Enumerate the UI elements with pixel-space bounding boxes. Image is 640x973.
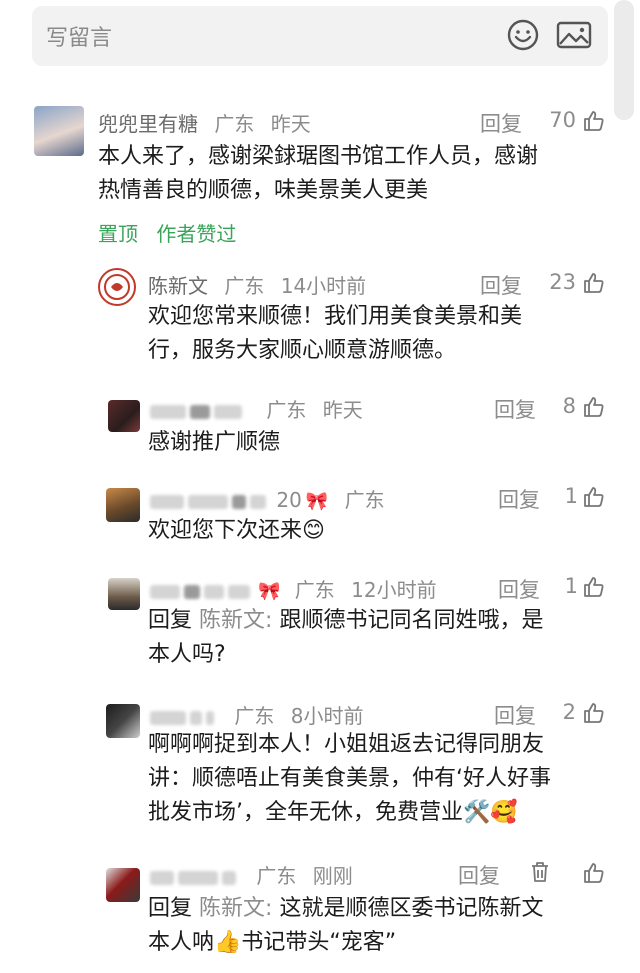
reply-button[interactable]: 回复: [498, 484, 540, 514]
time-label: 14小时前: [280, 274, 367, 298]
avatar[interactable]: [98, 268, 136, 306]
comment-meta: 广东 8小时前: [150, 700, 363, 729]
avatar[interactable]: [106, 704, 140, 738]
comment-text: 欢迎您下次还来😊: [148, 518, 325, 543]
comment-meta: 兜兜里有糖 广东 昨天: [98, 108, 311, 137]
avatar[interactable]: [108, 400, 140, 432]
reply-button[interactable]: 回复: [498, 574, 540, 604]
comment-item: 陈新文 广东 14小时前 回复 23 欢迎您常来顺德！我们用美食美景和美 行，服…: [0, 262, 640, 372]
like-count: 1: [564, 574, 578, 598]
comment-meta: 陈新文 广东 14小时前: [148, 270, 366, 299]
trash-icon[interactable]: [528, 860, 552, 884]
reply-button[interactable]: 回复: [480, 108, 522, 138]
reply-prefix: 回复: [148, 896, 193, 921]
like-count: 1: [564, 484, 578, 508]
comment-item: 广东 8小时前 回复 2 啊啊啊捉到本人！小姐姐返去记得同朋友 讲：顺德唔止有美…: [0, 696, 640, 846]
comment-meta: 20 🎀 广东: [150, 484, 385, 513]
comment-item: 🎀 广东 12小时前 回复 1 回复 陈新文: 跟顺德书记同名同姓哦，是 本人吗…: [0, 570, 640, 680]
comment-text: 回复 陈新文: 这就是顺德区委书记陈新文 本人呐👍书记带头“宠客”: [148, 896, 544, 955]
commenter-name[interactable]: 陈新文: [148, 274, 208, 298]
comment-text: 回复 陈新文: 跟顺德书记同名同姓哦，是 本人吗?: [148, 608, 544, 667]
compose-placeholder: 写留言: [46, 26, 113, 51]
thumbs-up-icon[interactable]: [582, 271, 606, 295]
seal-logo-icon: [104, 274, 130, 300]
reply-prefix: 回复: [148, 608, 193, 633]
comment-meta: 广东 昨天: [150, 394, 363, 423]
comment-item: 兜兜里有糖 广东 昨天 回复 70 本人来了，感谢梁銶琚图书馆工作人员，感谢 热…: [0, 100, 640, 250]
like-count: 23: [549, 270, 576, 294]
commenter-name[interactable]: 兜兜里有糖: [98, 112, 198, 136]
reply-to-name[interactable]: 陈新文:: [199, 896, 272, 921]
author-liked-tag: 作者赞过: [156, 222, 237, 246]
location-label: 广东: [234, 704, 275, 728]
pinned-tag: 置顶: [98, 222, 138, 246]
thumbs-up-icon[interactable]: [582, 109, 606, 133]
avatar[interactable]: [34, 106, 84, 156]
time-label: 刚刚: [312, 864, 353, 888]
location-label: 广东: [214, 112, 255, 136]
thumbs-up-icon[interactable]: [582, 395, 606, 419]
time-label: 昨天: [270, 112, 311, 136]
comment-text: 本人来了，感谢梁銶琚图书馆工作人员，感谢 热情善良的顺德，味美景美人更美: [98, 144, 539, 203]
thumbs-up-icon[interactable]: [582, 861, 606, 885]
comment-item: 20 🎀 广东 回复 1 欢迎您下次还来😊: [0, 480, 640, 560]
avatar[interactable]: [106, 868, 140, 902]
reply-to-name[interactable]: 陈新文:: [199, 608, 272, 633]
avatar[interactable]: [108, 578, 140, 610]
comment-item: 广东 昨天 回复 8 感谢推广顺德: [0, 390, 640, 460]
location-label: 广东: [294, 578, 335, 602]
time-label: 12小时前: [351, 578, 437, 602]
comment-text: 感谢推广顺德: [148, 430, 281, 455]
location-label: 广东: [344, 488, 385, 512]
reply-button[interactable]: 回复: [494, 700, 536, 730]
comment-text: 欢迎您常来顺德！我们用美食美景和美 行，服务大家顺心顺意游顺德。: [148, 304, 523, 363]
time-label: 8小时前: [290, 704, 364, 728]
like-count: 2: [562, 700, 576, 724]
thumbs-up-icon[interactable]: [582, 701, 606, 725]
location-label: 广东: [266, 398, 307, 422]
location-label: 广东: [256, 864, 297, 888]
decoration-icon: 🎀: [258, 581, 281, 602]
like-count: 8: [562, 394, 576, 418]
image-icon[interactable]: [556, 20, 592, 50]
thumbs-up-icon[interactable]: [582, 575, 606, 599]
time-label: 昨天: [322, 398, 363, 422]
thumbs-up-icon[interactable]: [582, 485, 606, 509]
comment-text: 啊啊啊捉到本人！小姐姐返去记得同朋友 讲：顺德唔止有美食美景，仲有‘好人好事 批…: [148, 732, 551, 825]
like-count: 70: [549, 108, 576, 132]
name-suffix: 20: [276, 488, 302, 512]
smiley-face-icon[interactable]: [506, 18, 540, 52]
comment-tags: 置顶 作者赞过: [98, 218, 248, 247]
reply-button[interactable]: 回复: [458, 860, 500, 890]
comment-meta: 广东 刚刚: [150, 860, 353, 889]
comment-compose-bar[interactable]: 写留言: [32, 6, 608, 66]
decoration-icon: 🎀: [305, 491, 329, 512]
reply-button[interactable]: 回复: [480, 270, 522, 300]
reply-button[interactable]: 回复: [494, 394, 536, 424]
avatar[interactable]: [106, 488, 140, 522]
comment-item: 广东 刚刚 回复 回复 陈新文: 这就是顺德区委书记陈新文 本人呐👍书记带头“宠…: [0, 858, 640, 973]
comment-meta: 🎀 广东 12小时前: [150, 574, 437, 603]
location-label: 广东: [224, 274, 265, 298]
